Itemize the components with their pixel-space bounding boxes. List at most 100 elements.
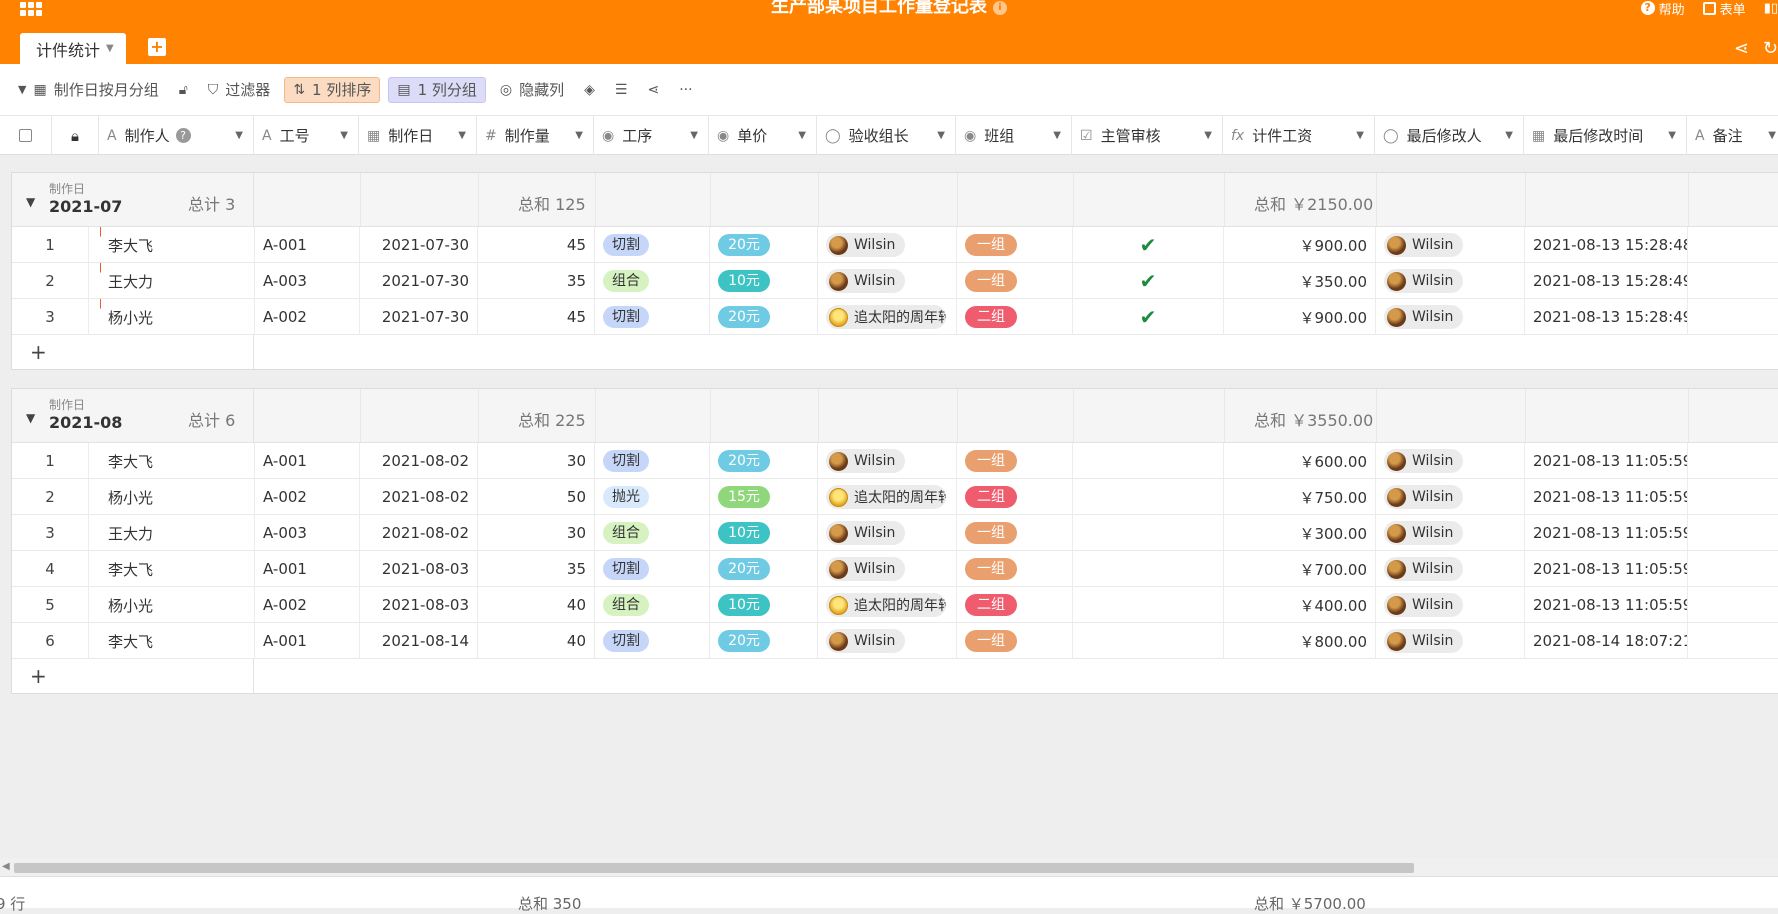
add-row-button[interactable]: +: [12, 659, 1778, 693]
cell-id[interactable]: A-002: [255, 479, 360, 515]
column-header-id[interactable]: A 工号 ▼: [254, 116, 359, 155]
chevron-down-icon[interactable]: ▼: [1356, 130, 1364, 141]
cell-date[interactable]: 2021-07-30: [360, 299, 478, 335]
cell-date[interactable]: 2021-08-03: [360, 551, 478, 587]
cell-approval[interactable]: [1073, 443, 1224, 479]
cell-notes[interactable]: [1688, 443, 1778, 479]
cell-maker[interactable]: 李大飞: [100, 443, 255, 479]
cell-price[interactable]: 10元: [710, 263, 818, 299]
cell-price[interactable]: 20元: [710, 551, 818, 587]
table-row[interactable]: 3 杨小光 A-002 2021-07-30 45 切割 20元 追太阳的周年转 二组 ✔ ￥900…: [12, 299, 1778, 335]
cell-leader[interactable]: Wilsin: [818, 623, 957, 659]
column-header-modifier[interactable]: ◯ 最后修改人 ▼: [1375, 116, 1524, 155]
cell-id[interactable]: A-001: [255, 443, 360, 479]
cell-approval[interactable]: [1073, 479, 1224, 515]
cell-date[interactable]: 2021-08-02: [360, 443, 478, 479]
cell-process[interactable]: 组合: [595, 515, 710, 551]
cell-approval[interactable]: ✔: [1073, 299, 1224, 335]
cell-approval[interactable]: [1073, 551, 1224, 587]
chevron-down-icon[interactable]: ▼: [1668, 130, 1676, 141]
info-icon[interactable]: i: [993, 1, 1007, 15]
cell-maker[interactable]: 李大飞: [100, 551, 255, 587]
table-row[interactable]: 1 李大飞 A-001 2021-07-30 45 切割 20元 Wilsin 一组 ✔ ￥900.…: [12, 227, 1778, 263]
cell-process[interactable]: 切割: [595, 443, 710, 479]
cell-id[interactable]: A-002: [255, 299, 360, 335]
filter-button[interactable]: ⛉ 过滤器: [202, 77, 277, 103]
cell-process[interactable]: 组合: [595, 263, 710, 299]
cell-process[interactable]: 抛光: [595, 479, 710, 515]
help-button[interactable]: ? 帮助: [1640, 0, 1685, 18]
tab-piecework[interactable]: 计件统计 ▼: [20, 33, 126, 64]
row-height-button[interactable]: ☰: [609, 77, 634, 103]
chevron-down-icon[interactable]: ▼: [1768, 130, 1776, 141]
cell-qty[interactable]: 50: [478, 479, 595, 515]
cell-notes[interactable]: [1688, 515, 1778, 551]
cell-notes[interactable]: [1688, 299, 1778, 335]
cell-qty[interactable]: 40: [478, 587, 595, 623]
cell-team[interactable]: 一组: [957, 515, 1073, 551]
cell-team[interactable]: 二组: [957, 299, 1073, 335]
cell-qty[interactable]: 45: [478, 227, 595, 263]
cell-process[interactable]: 切割: [595, 227, 710, 263]
cell-notes[interactable]: [1688, 479, 1778, 515]
cell-maker[interactable]: 王大力: [100, 515, 255, 551]
plus-icon[interactable]: +: [30, 664, 47, 688]
horizontal-scrollbar[interactable]: ◀: [0, 858, 1778, 876]
fill-color-button[interactable]: ◈: [578, 77, 601, 103]
table-row[interactable]: 4 李大飞 A-001 2021-08-03 35 切割 20元 Wilsin 一组 ￥700.0…: [12, 551, 1778, 587]
chevron-down-icon[interactable]: ▼: [798, 130, 806, 141]
cell-leader[interactable]: Wilsin: [818, 443, 957, 479]
cell-qty[interactable]: 35: [478, 263, 595, 299]
cell-leader[interactable]: 追太阳的周年转: [818, 299, 957, 335]
lock-button[interactable]: 🔓︎: [173, 77, 194, 103]
cell-date[interactable]: 2021-08-02: [360, 479, 478, 515]
table-row[interactable]: 6 李大飞 A-001 2021-08-14 40 切割 20元 Wilsin 一组 ￥800.0…: [12, 623, 1778, 659]
cell-price[interactable]: 20元: [710, 623, 818, 659]
cell-id[interactable]: A-001: [255, 551, 360, 587]
cell-maker[interactable]: 王大力: [100, 263, 255, 299]
chevron-down-icon[interactable]: ▼: [1204, 130, 1212, 141]
cell-maker[interactable]: 杨小光: [100, 479, 255, 515]
group-button[interactable]: ▤ 1 列分组: [388, 76, 486, 103]
chevron-down-icon[interactable]: ▼: [106, 43, 114, 54]
cell-date[interactable]: 2021-08-14: [360, 623, 478, 659]
more-button[interactable]: ···: [673, 77, 698, 103]
cell-notes[interactable]: [1688, 263, 1778, 299]
cell-price[interactable]: 15元: [710, 479, 818, 515]
scroll-left-icon[interactable]: ◀: [2, 861, 10, 872]
cell-leader[interactable]: Wilsin: [818, 551, 957, 587]
chevron-down-icon[interactable]: ▼: [575, 130, 583, 141]
hide-columns-button[interactable]: ◎ 隐藏列: [494, 77, 570, 103]
column-header-notes[interactable]: A 备注 ▼: [1687, 116, 1778, 155]
history-icon[interactable]: ↻: [1763, 38, 1778, 59]
cell-price[interactable]: 20元: [710, 227, 818, 263]
chevron-down-icon[interactable]: ▼: [235, 130, 243, 141]
collapse-triangle-icon[interactable]: ▼: [26, 195, 35, 209]
table-row[interactable]: 2 王大力 A-003 2021-07-30 35 组合 10元 Wilsin 一组 ✔ ￥350.…: [12, 263, 1778, 299]
cell-approval[interactable]: [1073, 515, 1224, 551]
cell-id[interactable]: A-001: [255, 623, 360, 659]
cell-notes[interactable]: [1688, 587, 1778, 623]
cell-team[interactable]: 一组: [957, 623, 1073, 659]
cell-approval[interactable]: ✔: [1073, 263, 1224, 299]
cell-leader[interactable]: Wilsin: [818, 263, 957, 299]
cell-process[interactable]: 组合: [595, 587, 710, 623]
column-header-leader[interactable]: ◯ 验收组长 ▼: [817, 116, 956, 155]
cell-team[interactable]: 一组: [957, 443, 1073, 479]
cell-qty[interactable]: 30: [478, 443, 595, 479]
cell-date[interactable]: 2021-08-03: [360, 587, 478, 623]
cell-id[interactable]: A-003: [255, 515, 360, 551]
cell-maker[interactable]: 李大飞: [100, 623, 255, 659]
cell-maker[interactable]: 李大飞: [100, 227, 255, 263]
column-header-price[interactable]: ◉ 单价 ▼: [709, 116, 817, 155]
table-row[interactable]: 2 杨小光 A-002 2021-08-02 50 抛光 15元 追太阳的周年转 二组 ￥750.…: [12, 479, 1778, 515]
cell-leader[interactable]: 追太阳的周年转: [818, 587, 957, 623]
cell-price[interactable]: 10元: [710, 587, 818, 623]
cell-notes[interactable]: [1688, 227, 1778, 263]
table-row[interactable]: 1 李大飞 A-001 2021-08-02 30 切割 20元 Wilsin 一组 ￥600.0…: [12, 443, 1778, 479]
column-header-approval[interactable]: ☑ 主管审核 ▼: [1072, 116, 1223, 155]
chevron-down-icon[interactable]: ▼: [1505, 130, 1513, 141]
cell-price[interactable]: 20元: [710, 299, 818, 335]
form-button[interactable]: 表单: [1702, 0, 1746, 18]
chevron-down-icon[interactable]: ▼: [690, 130, 698, 141]
